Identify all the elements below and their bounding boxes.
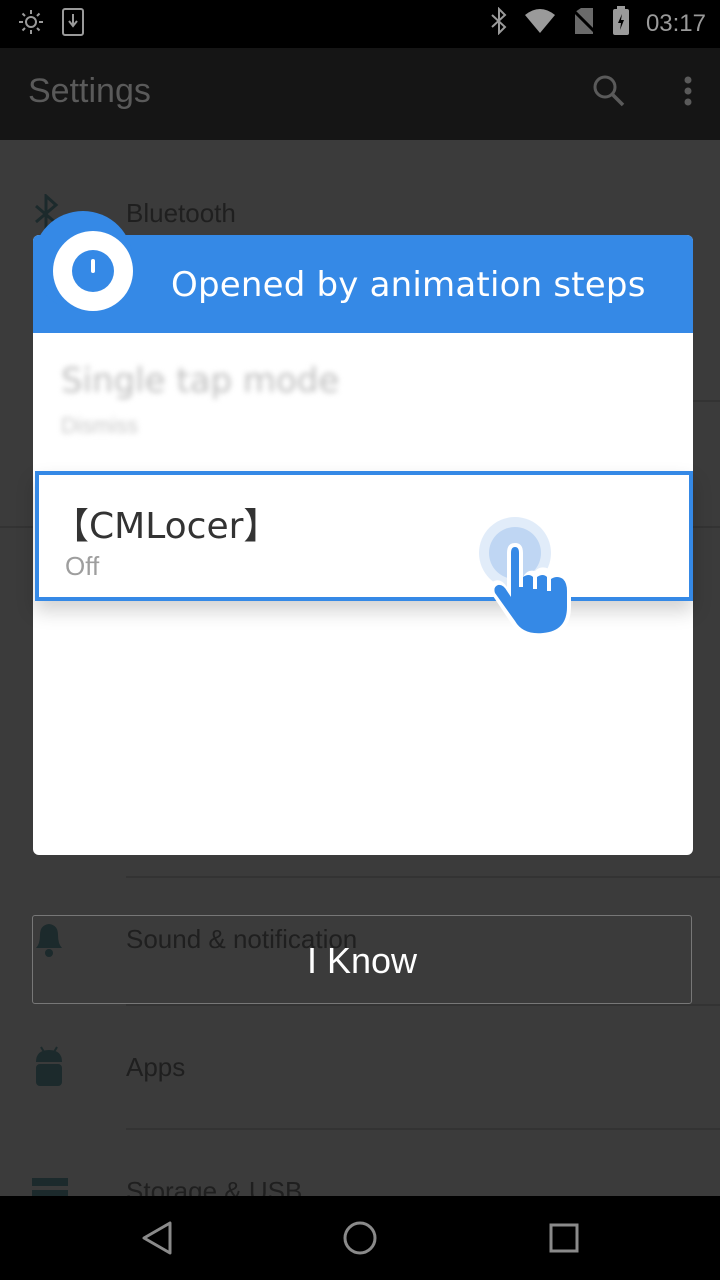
battery-icon (612, 6, 630, 41)
android-icon (32, 1046, 66, 1093)
dialog-title: Opened by animation steps (171, 265, 646, 305)
status-time: 03:17 (645, 9, 706, 37)
wifi-icon (524, 8, 556, 39)
settings-item-label: Apps (126, 1052, 186, 1082)
download-icon (62, 8, 84, 41)
divider (126, 876, 720, 878)
settings-item-label: Bluetooth (126, 198, 236, 228)
status-bar: 03:17 (0, 0, 720, 48)
blurred-item-subtitle: Dismiss (61, 413, 138, 438)
tap-hand-icon (477, 507, 587, 652)
dialog-header: Opened by animation steps (33, 235, 693, 333)
brightness-icon (18, 9, 44, 40)
divider (126, 1128, 720, 1130)
i-know-label: I Know (306, 940, 418, 981)
blurred-item-title: Single tap mode (61, 361, 340, 401)
blurred-list-item: Single tap mode Dismiss (33, 335, 693, 447)
i-know-button[interactable]: I Know (32, 915, 692, 1004)
divider (126, 1004, 720, 1006)
highlighted-list-item[interactable]: 【CMLocer】 Off (35, 471, 693, 601)
app-bar: Settings (0, 48, 720, 140)
lock-icon (72, 250, 114, 292)
search-icon[interactable] (592, 74, 626, 113)
highlighted-item-subtitle: Off (65, 551, 100, 581)
no-sim-icon (571, 7, 596, 40)
navigation-bar (0, 1196, 720, 1280)
logo-ring (53, 231, 133, 311)
bluetooth-icon (490, 6, 508, 40)
home-icon[interactable] (342, 1220, 378, 1261)
app-logo (33, 211, 133, 311)
recents-icon[interactable] (548, 1222, 580, 1259)
highlighted-item-title: 【CMLocer】 (53, 506, 280, 547)
page-title: Settings (28, 72, 151, 110)
back-icon[interactable] (140, 1220, 174, 1261)
tutorial-dialog: Opened by animation steps Single tap mod… (33, 211, 693, 855)
more-vert-icon[interactable] (684, 76, 692, 111)
